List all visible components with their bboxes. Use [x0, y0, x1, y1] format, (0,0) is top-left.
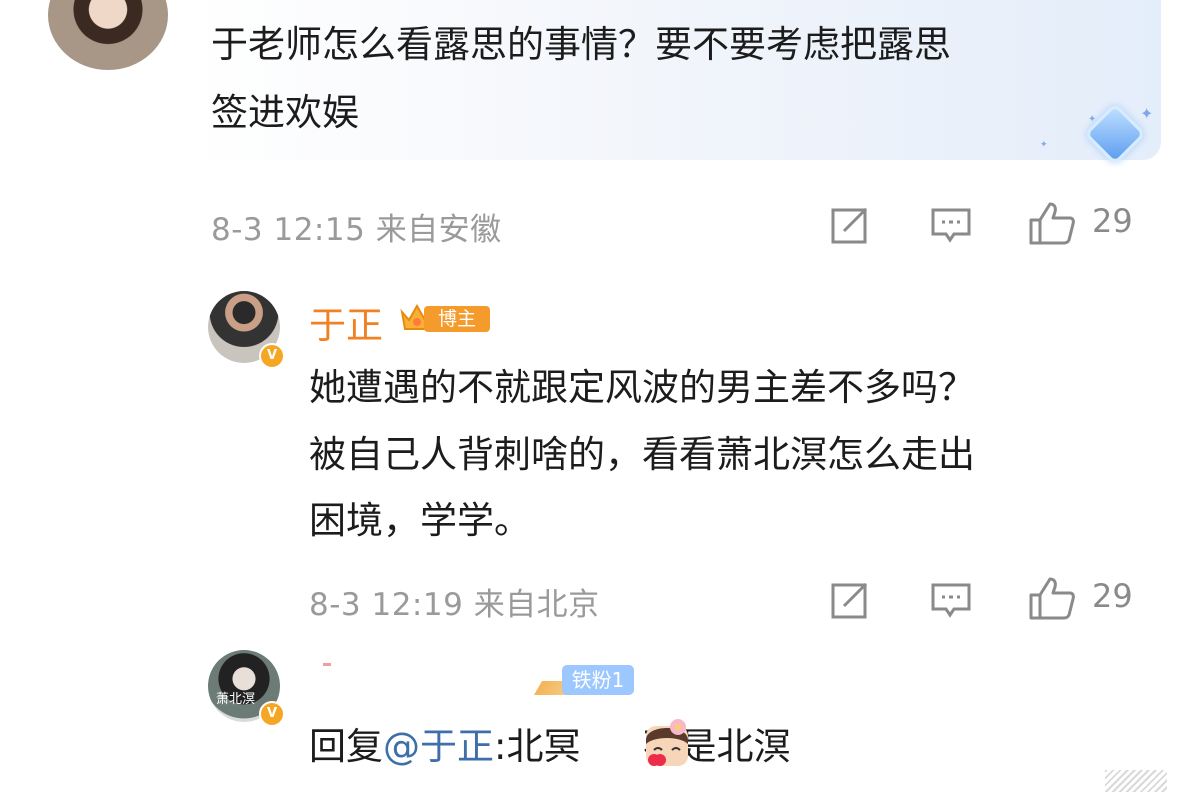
username-masked: [323, 663, 331, 666]
edit-icon[interactable]: [830, 205, 870, 245]
like-count: 29: [1092, 577, 1133, 615]
sparkle-icon: ✦: [1140, 104, 1154, 123]
comment-date: 8-3 12:15: [211, 212, 366, 248]
comment-icon[interactable]: [930, 206, 972, 246]
comment-meta: 8-3 12:15 来自安徽: [211, 204, 502, 249]
comment-icon[interactable]: [930, 581, 972, 621]
like-button[interactable]: 29: [1028, 198, 1143, 248]
thumbs-up-icon: [1029, 577, 1075, 620]
comment-meta: 8-3 12:19 来自北京: [309, 579, 600, 624]
badge-label: 博主: [424, 306, 490, 332]
comment-text-line: 她遭遇的不就跟定风波的男主差不多吗？: [309, 366, 975, 409]
fan-badge: 铁粉1: [533, 665, 634, 695]
mention-link[interactable]: @于正: [383, 725, 494, 768]
like-button[interactable]: 29: [1028, 573, 1143, 623]
comment-date: 8-3 12:19: [309, 587, 464, 623]
watermark: [1105, 770, 1167, 792]
reply-body: :北冥: [494, 725, 581, 768]
comment-location: 来自安徽: [375, 212, 502, 248]
edit-icon[interactable]: [830, 580, 870, 620]
reply-text: 回复@于正:北冥 不是北溟: [309, 718, 790, 776]
shy-face-emoji-icon: [646, 719, 688, 766]
avatar-text: 萧北溟: [216, 692, 256, 707]
comment-text-line: 被自己人背刺啥的，看看萧北溟怎么走出: [309, 433, 975, 476]
like-count: 29: [1092, 202, 1133, 240]
reply-prefix: 回复: [309, 725, 383, 768]
fan-badge-label: 铁粉1: [562, 665, 634, 695]
comment-text-line: 于老师怎么看露思的事情？要不要考虑把露思: [211, 23, 951, 66]
thumbs-up-icon: [1029, 202, 1075, 245]
verified-v-icon: V: [259, 701, 285, 727]
comment-text-line: 签进欢娱: [211, 91, 359, 134]
avatar[interactable]: [48, 0, 168, 70]
comment-text-line: 困境，学学。: [309, 499, 531, 542]
username[interactable]: 于正: [309, 295, 383, 349]
verified-v-icon: V: [259, 343, 285, 369]
sparkle-icon: ✦: [1040, 140, 1048, 150]
comment-location: 来自北京: [473, 587, 600, 623]
blogger-badge: 博主: [400, 302, 490, 334]
